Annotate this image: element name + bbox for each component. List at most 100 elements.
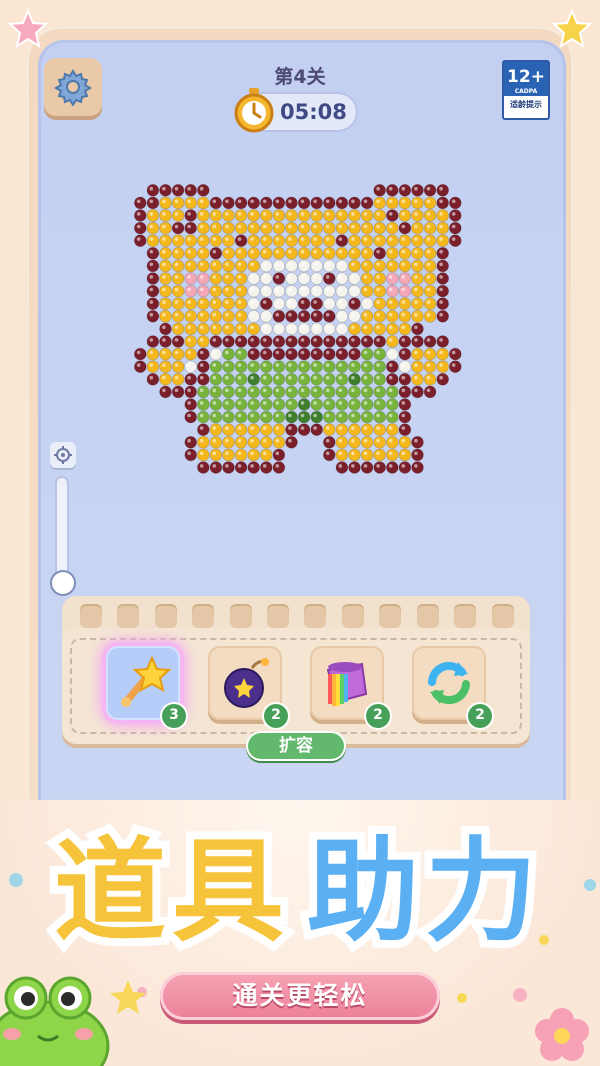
bead[interactable] [398, 373, 412, 386]
bead[interactable] [385, 196, 399, 210]
bead[interactable] [348, 335, 361, 348]
bead[interactable] [260, 196, 273, 210]
bead[interactable] [323, 247, 336, 260]
bead[interactable] [146, 284, 160, 298]
bead[interactable] [222, 284, 235, 298]
bead[interactable] [285, 347, 298, 361]
bead[interactable] [222, 398, 235, 411]
bead[interactable] [234, 209, 248, 222]
bead[interactable] [323, 360, 336, 374]
bead[interactable] [209, 322, 223, 336]
bead[interactable] [247, 373, 260, 386]
bead[interactable] [335, 196, 349, 210]
bead[interactable] [373, 461, 387, 474]
bead[interactable] [260, 322, 273, 336]
bead[interactable] [209, 435, 223, 449]
bead[interactable] [411, 461, 424, 474]
bead[interactable] [436, 284, 450, 298]
bead[interactable] [234, 373, 248, 386]
tool-bomb[interactable]: 2 [208, 646, 288, 728]
bead[interactable] [385, 184, 399, 197]
bead[interactable] [335, 221, 349, 235]
bead[interactable] [247, 247, 260, 260]
bead[interactable] [310, 209, 324, 222]
bead[interactable] [398, 272, 412, 285]
bead[interactable] [323, 234, 336, 247]
bead[interactable] [398, 322, 412, 336]
bead[interactable] [260, 209, 273, 222]
bead[interactable] [272, 209, 286, 222]
bead[interactable] [285, 373, 298, 386]
bead[interactable] [373, 310, 387, 323]
bead[interactable] [411, 184, 424, 197]
bead[interactable] [323, 347, 336, 361]
bead-puzzle-bear[interactable] [130, 180, 470, 550]
bead[interactable] [285, 398, 298, 411]
bead[interactable] [159, 247, 172, 260]
bead[interactable] [423, 310, 437, 323]
bead[interactable] [310, 247, 324, 260]
bead[interactable] [209, 221, 223, 235]
bead[interactable] [323, 435, 336, 449]
bead[interactable] [360, 373, 374, 386]
bead[interactable] [385, 360, 399, 374]
bead[interactable] [197, 209, 210, 222]
bead[interactable] [247, 310, 260, 323]
bead[interactable] [222, 448, 235, 462]
bead[interactable] [398, 209, 412, 222]
bead[interactable] [260, 461, 273, 474]
bead[interactable] [260, 247, 273, 260]
bead[interactable] [348, 234, 361, 247]
bead[interactable] [297, 410, 311, 424]
bead[interactable] [272, 347, 286, 361]
bead[interactable] [184, 272, 197, 285]
bead[interactable] [348, 423, 361, 437]
bead[interactable] [335, 461, 349, 474]
bead[interactable] [272, 322, 286, 336]
bead[interactable] [260, 423, 273, 437]
bead[interactable] [423, 297, 437, 310]
bead[interactable] [234, 322, 248, 336]
bead[interactable] [360, 221, 374, 235]
bead[interactable] [436, 272, 450, 285]
bead[interactable] [197, 448, 210, 462]
bead[interactable] [436, 196, 450, 210]
bead[interactable] [159, 297, 172, 310]
bead[interactable] [159, 234, 172, 247]
bead[interactable] [310, 398, 324, 411]
bead[interactable] [272, 410, 286, 424]
bead[interactable] [323, 410, 336, 424]
bead[interactable] [222, 310, 235, 323]
bead[interactable] [385, 322, 399, 336]
bead[interactable] [297, 196, 311, 210]
bead[interactable] [310, 373, 324, 386]
bead[interactable] [159, 284, 172, 298]
bead[interactable] [348, 385, 361, 399]
bead[interactable] [323, 259, 336, 273]
bead[interactable] [171, 259, 185, 273]
bead[interactable] [323, 284, 336, 298]
bead[interactable] [146, 209, 160, 222]
bead[interactable] [146, 272, 160, 285]
bead[interactable] [184, 435, 197, 449]
bead[interactable] [184, 322, 197, 336]
bead[interactable] [260, 297, 273, 310]
bead[interactable] [385, 247, 399, 260]
bead[interactable] [260, 398, 273, 411]
bead[interactable] [436, 373, 450, 386]
bead[interactable] [272, 259, 286, 273]
bead[interactable] [310, 310, 324, 323]
bead[interactable] [247, 272, 260, 285]
bead[interactable] [234, 335, 248, 348]
bead[interactable] [297, 234, 311, 247]
bead[interactable] [222, 209, 235, 222]
bead[interactable] [448, 347, 462, 361]
bead[interactable] [348, 209, 361, 222]
bead[interactable] [197, 335, 210, 348]
bead[interactable] [222, 423, 235, 437]
bead[interactable] [146, 221, 160, 235]
bead[interactable] [184, 448, 197, 462]
bead[interactable] [159, 322, 172, 336]
bead[interactable] [184, 310, 197, 323]
bead[interactable] [373, 322, 387, 336]
